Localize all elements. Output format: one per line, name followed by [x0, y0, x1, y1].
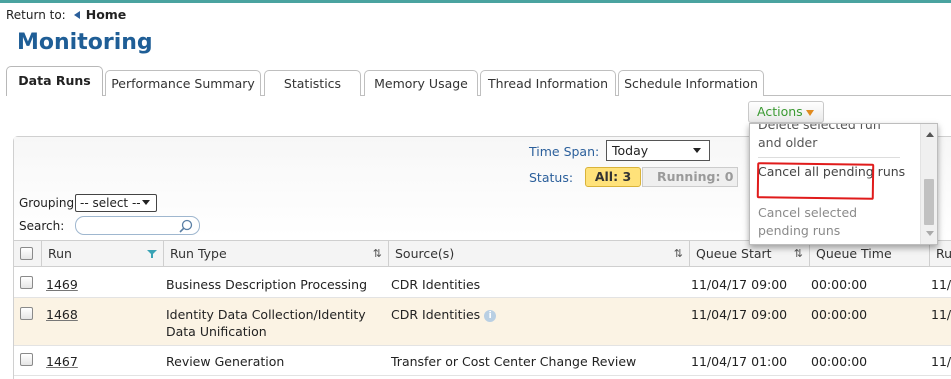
- menu-item-delete-selected[interactable]: Delete selected run and older: [758, 123, 908, 152]
- filter-icon[interactable]: [147, 241, 157, 269]
- annotation-highlight-box: [756, 162, 875, 200]
- actions-label: Actions: [757, 104, 803, 119]
- grouping-value: -- select --: [80, 196, 141, 210]
- actions-button[interactable]: Actions: [748, 101, 824, 123]
- row-checkbox[interactable]: [20, 353, 33, 366]
- sources-cell: Transfer or Cost Center Change Review: [391, 354, 637, 369]
- info-icon[interactable]: i: [484, 310, 497, 322]
- run-id-link[interactable]: 1469: [46, 276, 78, 293]
- queue-time-cell: 00:00:00: [811, 307, 868, 322]
- sources-text: CDR Identities: [391, 307, 481, 322]
- back-arrow-icon[interactable]: [73, 10, 80, 19]
- scroll-up-icon[interactable]: [926, 132, 934, 137]
- run-type-cell: Identity Data Collection/Identity Data U…: [166, 307, 366, 339]
- column-header-run-type[interactable]: Run Type ⇅: [164, 241, 389, 267]
- run-id-link[interactable]: 1467: [46, 353, 78, 370]
- queue-time-cell: 00:00:00: [811, 354, 868, 369]
- queue-time-cell: 00:00:00: [811, 277, 868, 292]
- column-label: Queue Time: [816, 246, 892, 261]
- tab-bar: Data Runs Performance Summary Statistics…: [6, 66, 951, 96]
- ru-cell: 11/: [931, 307, 951, 322]
- run-type-cell: Review Generation: [166, 354, 285, 369]
- tab-memory-usage[interactable]: Memory Usage: [364, 70, 478, 96]
- page-title: Monitoring: [17, 30, 153, 55]
- select-all-checkbox[interactable]: [20, 247, 33, 260]
- time-span-select[interactable]: Today: [606, 140, 710, 161]
- return-bar: Return to: Home: [6, 7, 126, 22]
- return-label: Return to:: [6, 7, 66, 22]
- status-running-button[interactable]: Running: 0: [642, 167, 738, 187]
- time-span-label: Time Span:: [529, 144, 600, 159]
- column-header-sources[interactable]: Source(s) ⇅: [389, 241, 690, 267]
- menu-scrollbar[interactable]: [920, 124, 937, 244]
- tab-schedule-information[interactable]: Schedule Information: [618, 70, 764, 96]
- column-label: Ru: [936, 246, 951, 261]
- table-row[interactable]: 1467 Review Generation Transfer or Cost …: [14, 346, 951, 376]
- column-header-run[interactable]: Run: [42, 241, 164, 267]
- home-link[interactable]: Home: [86, 7, 127, 22]
- row-checkbox[interactable]: [20, 307, 33, 320]
- sort-icon[interactable]: ⇅: [674, 241, 683, 267]
- tab-thread-information[interactable]: Thread Information: [480, 70, 616, 96]
- search-label: Search:: [19, 219, 65, 233]
- table-row[interactable]: 1469 Business Description Processing CDR…: [14, 268, 951, 298]
- grouping-select[interactable]: -- select --: [75, 194, 157, 212]
- tab-statistics[interactable]: Statistics: [264, 70, 361, 96]
- search-icon[interactable]: [178, 219, 194, 236]
- menu-item-cancel-selected-pending[interactable]: Cancel selected pending runs: [758, 204, 908, 240]
- queue-start-cell: 11/04/17 09:00: [691, 277, 788, 292]
- sort-icon[interactable]: ⇅: [373, 241, 382, 267]
- row-checkbox[interactable]: [20, 276, 33, 289]
- grouping-label: Grouping:: [19, 196, 79, 210]
- table-row[interactable]: 1468 Identity Data Collection/Identity D…: [14, 298, 951, 346]
- sources-cell: CDR Identities i: [391, 306, 497, 323]
- sources-cell: CDR Identities: [391, 277, 481, 292]
- run-id-link[interactable]: 1468: [46, 306, 78, 323]
- ru-cell: 11/: [931, 277, 951, 292]
- column-label: Run: [48, 246, 72, 261]
- dropdown-arrow-icon: [806, 110, 814, 116]
- queue-start-cell: 11/04/17 01:00: [691, 354, 788, 369]
- search-input[interactable]: [75, 216, 200, 235]
- header-select-cell: [14, 241, 42, 267]
- menu-item-label: Delete selected run and older: [758, 123, 881, 150]
- column-label: Queue Start: [696, 246, 772, 261]
- menu-divider: [758, 157, 900, 158]
- tab-performance-summary[interactable]: Performance Summary: [105, 70, 261, 96]
- time-span-value: Today: [612, 143, 649, 158]
- scroll-thumb[interactable]: [924, 179, 934, 225]
- ru-cell: 11/: [931, 354, 951, 369]
- column-label: Source(s): [395, 246, 455, 261]
- scroll-down-icon[interactable]: [926, 231, 934, 236]
- tab-data-runs[interactable]: Data Runs: [6, 66, 103, 96]
- status-all-button[interactable]: All: 3: [585, 167, 641, 187]
- column-label: Run Type: [170, 246, 227, 261]
- chevron-down-icon: [142, 200, 150, 205]
- queue-start-cell: 11/04/17 09:00: [691, 307, 788, 322]
- chevron-down-icon: [693, 148, 701, 153]
- run-type-cell: Business Description Processing: [166, 277, 368, 292]
- status-label: Status:: [529, 170, 574, 185]
- top-accent-line: [0, 0, 951, 3]
